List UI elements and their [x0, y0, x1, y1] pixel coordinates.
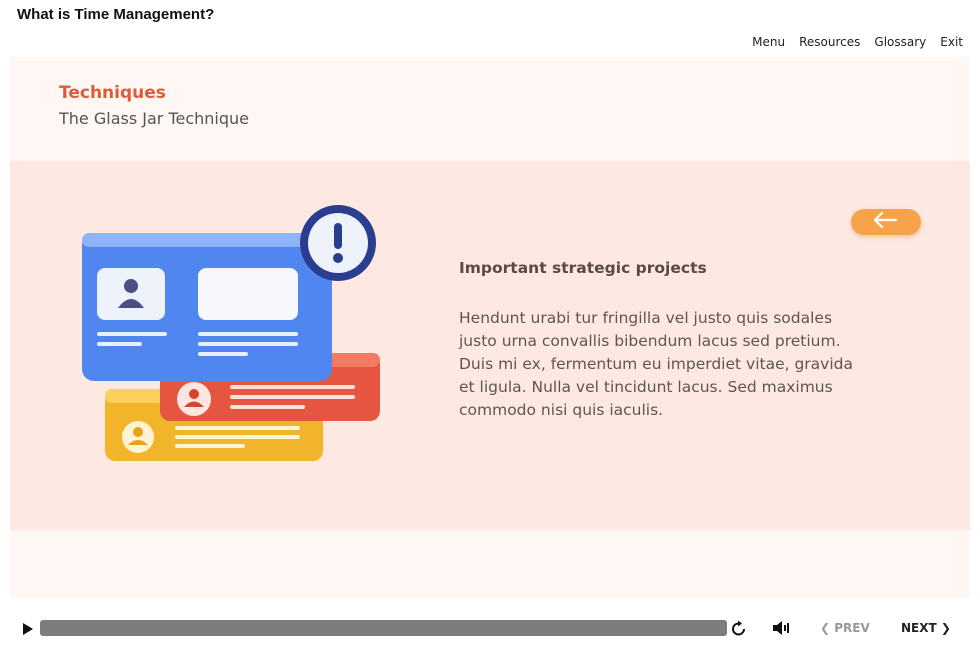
resources-link[interactable]: Resources [799, 35, 860, 49]
section-title: Techniques [59, 83, 166, 103]
exit-link[interactable]: Exit [940, 35, 963, 49]
progress-bar[interactable] [40, 620, 727, 636]
content-panel: Important strategic projects Hendunt ura… [10, 161, 970, 530]
arrow-left-icon [873, 211, 899, 232]
back-button[interactable] [851, 209, 921, 235]
course-title: What is Time Management? [17, 6, 215, 23]
volume-icon[interactable] [772, 620, 790, 640]
glossary-link[interactable]: Glossary [874, 35, 926, 49]
chevron-left-icon: ❮ [820, 621, 831, 635]
content-body: Hendunt urabi tur fringilla vel justo qu… [459, 309, 853, 419]
play-icon[interactable] [22, 621, 34, 640]
content-heading: Important strategic projects [459, 259, 707, 277]
player-controls: ❮ PREV NEXT ❯ [0, 612, 980, 644]
blue-card [82, 233, 332, 381]
section-subtitle: The Glass Jar Technique [59, 109, 249, 128]
menu-link[interactable]: Menu [752, 35, 785, 49]
chevron-right-icon: ❯ [940, 621, 951, 635]
alert-badge-icon [300, 205, 376, 281]
replay-icon[interactable] [730, 620, 748, 642]
top-navigation: Menu Resources Glossary Exit [752, 35, 963, 49]
profile-cards-illustration [70, 201, 390, 471]
next-label: NEXT [901, 621, 937, 635]
next-button[interactable]: NEXT ❯ [901, 621, 951, 635]
prev-label: PREV [834, 621, 870, 635]
slide-stage: Techniques The Glass Jar Technique Impor… [10, 57, 970, 598]
prev-button[interactable]: ❮ PREV [820, 621, 870, 635]
